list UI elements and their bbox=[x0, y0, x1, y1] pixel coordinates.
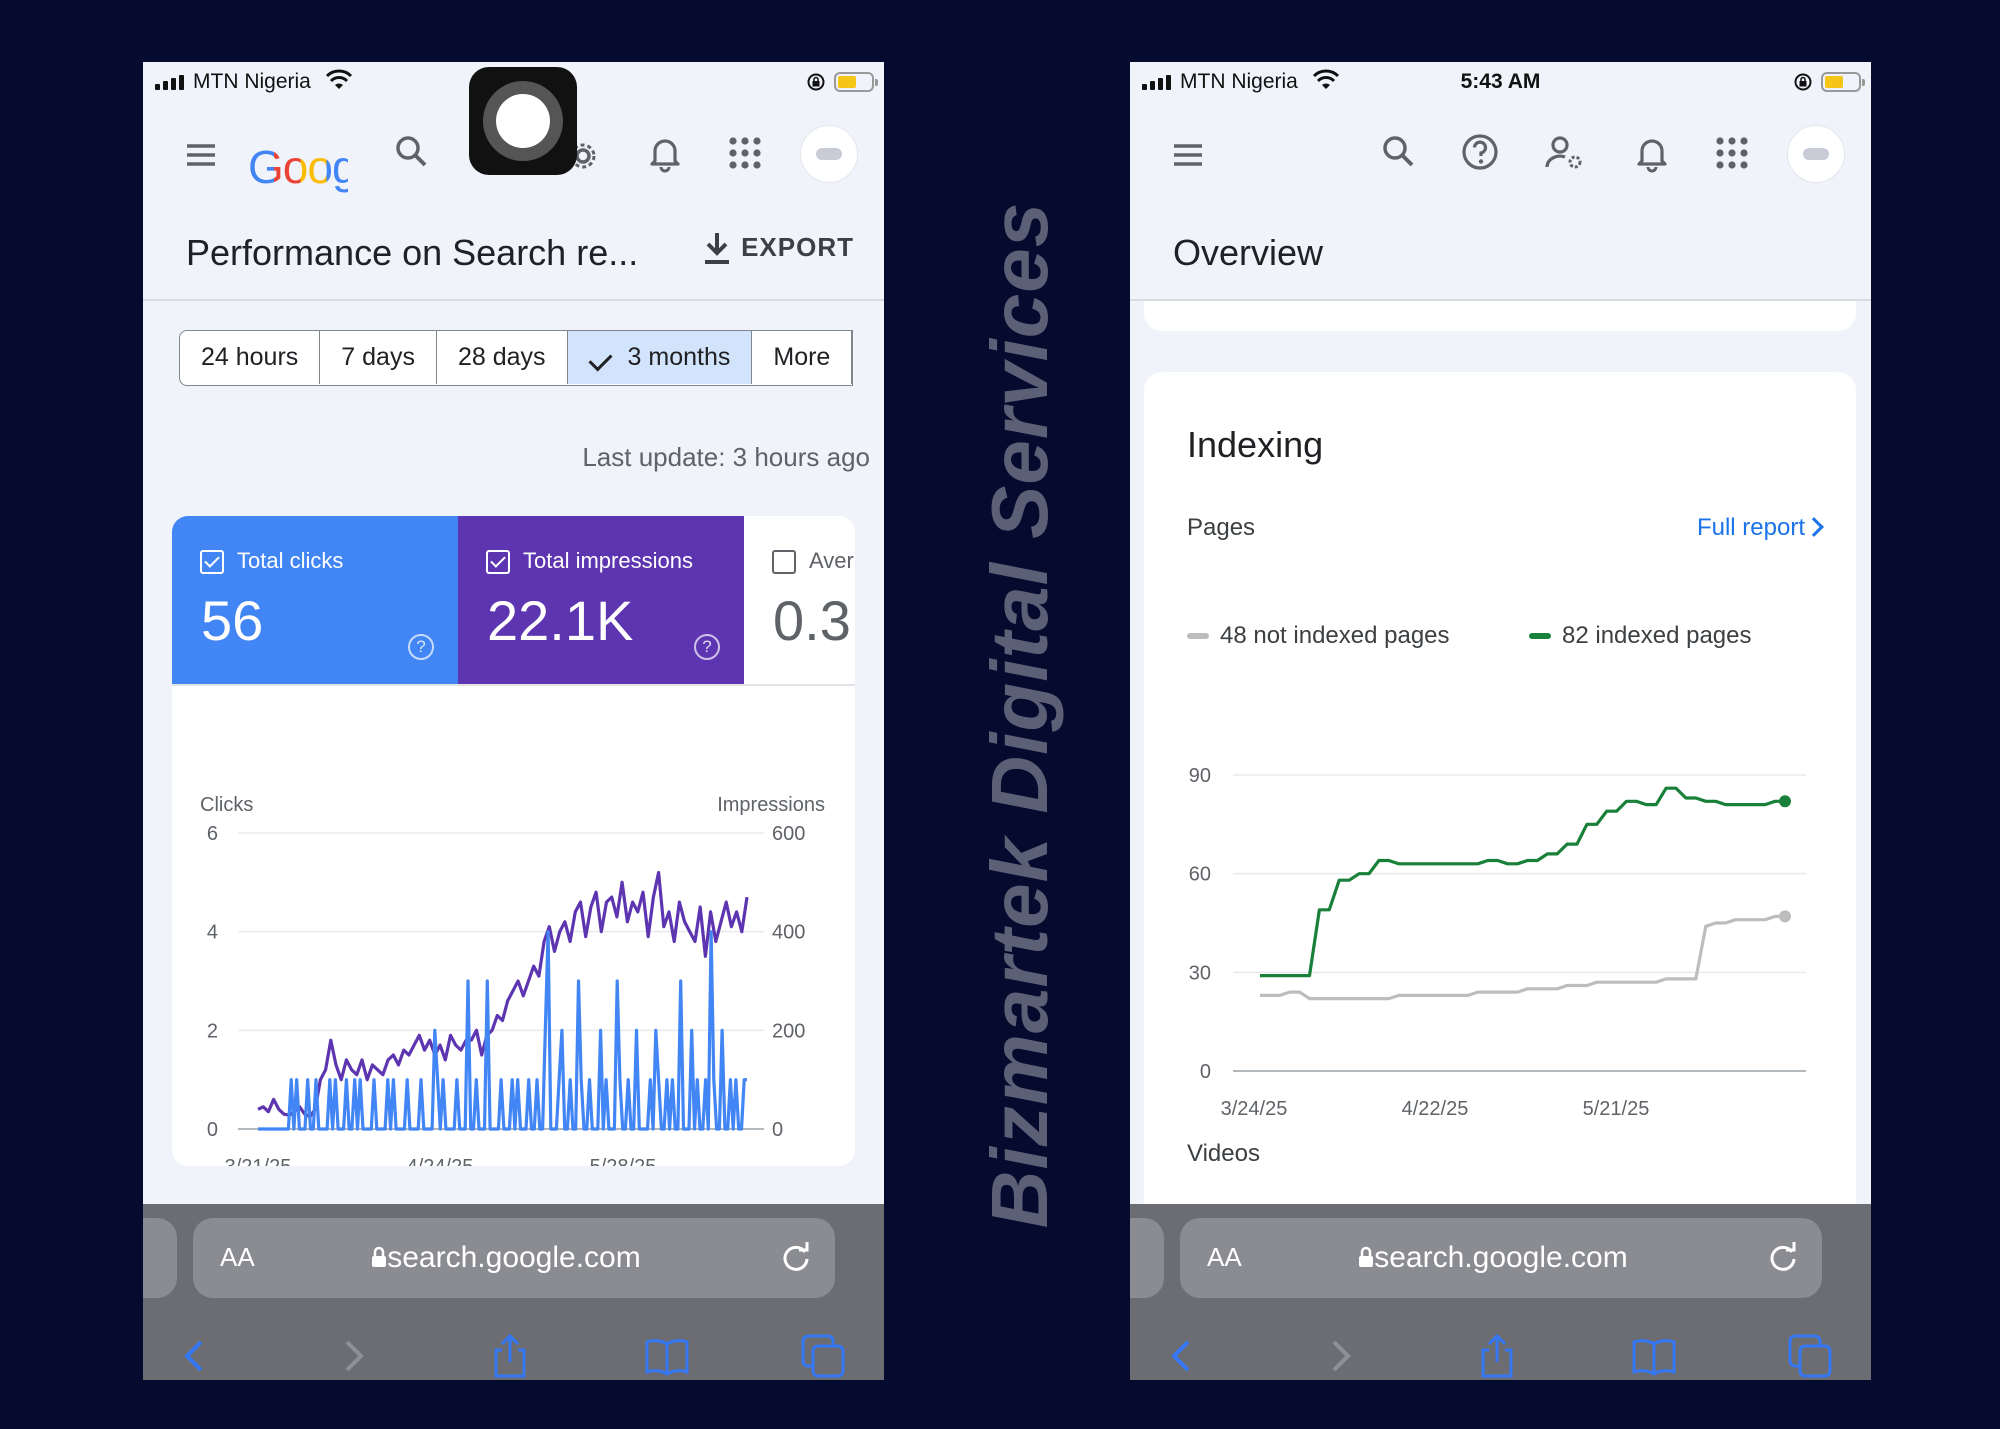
videos-label: Videos bbox=[1187, 1140, 1260, 1167]
page-title: Performance on Search re... bbox=[186, 232, 639, 273]
share-icon[interactable] bbox=[486, 1332, 534, 1380]
carrier-label: MTN Nigeria bbox=[193, 70, 311, 93]
y-tick-label: 30 bbox=[1189, 962, 1211, 984]
google-logo-text: Goog bbox=[248, 141, 348, 193]
url-text: search.google.com bbox=[387, 1241, 641, 1274]
watermark-text: Bizmartek Digital Services bbox=[975, 201, 1064, 1229]
wifi-icon bbox=[325, 69, 353, 89]
date-range-chips: 24 hours 7 days 28 days 3 months More bbox=[179, 330, 854, 386]
download-icon[interactable] bbox=[700, 230, 734, 266]
notifications-icon[interactable] bbox=[645, 133, 685, 173]
share-icon[interactable] bbox=[1473, 1332, 1521, 1380]
chip-28-days[interactable]: 28 days bbox=[437, 331, 568, 384]
rotation-lock-icon bbox=[807, 73, 825, 91]
y-tick-label: 60 bbox=[1189, 864, 1211, 886]
phone-right-screen: MTN Nigeria 5:43 AM Overview Indexing Pa… bbox=[1130, 62, 1871, 1380]
chip-more[interactable]: More bbox=[752, 331, 853, 384]
y-tick-label: 2 bbox=[207, 1020, 218, 1042]
phone-left-screen: MTN Nigeria Goog Performance on Search r… bbox=[143, 62, 884, 1380]
y-axis-label: Clicks bbox=[200, 794, 253, 816]
y-tick-label: 4 bbox=[207, 922, 218, 944]
previous-tab-peek[interactable] bbox=[1130, 1218, 1164, 1298]
safari-toolbar: AA search.google.com bbox=[1130, 1204, 1871, 1380]
chip-3-months-selected[interactable]: 3 months bbox=[567, 331, 753, 384]
menu-icon[interactable] bbox=[181, 135, 221, 175]
y2-tick-label: 200 bbox=[772, 1020, 805, 1042]
y2-axis-label: Impressions bbox=[717, 794, 825, 816]
back-icon[interactable] bbox=[171, 1332, 219, 1380]
y2-tick-label: 400 bbox=[772, 922, 805, 944]
url-text: search.google.com bbox=[1374, 1241, 1628, 1274]
chip-7-days[interactable]: 7 days bbox=[320, 331, 437, 384]
previous-tab-peek[interactable] bbox=[143, 1218, 177, 1298]
account-avatar[interactable] bbox=[801, 126, 857, 182]
forward-icon[interactable] bbox=[1316, 1332, 1364, 1380]
google-logo[interactable]: Goog bbox=[248, 140, 348, 194]
performance-card: Total clicks 56 ? Total impressions 22.1… bbox=[172, 516, 855, 1166]
tabs-icon[interactable] bbox=[799, 1332, 847, 1380]
y2-tick-label: 0 bbox=[772, 1119, 783, 1141]
x-tick-label: 3/24/25 bbox=[1221, 1098, 1288, 1120]
back-icon[interactable] bbox=[1158, 1332, 1206, 1380]
battery-icon bbox=[834, 72, 878, 92]
series-end-point-82-indexed-pages bbox=[1779, 795, 1791, 808]
x-tick-label: 4/24/25 bbox=[407, 1156, 474, 1166]
header-divider bbox=[143, 299, 884, 301]
series-line-82-indexed-pages bbox=[1260, 786, 1785, 978]
signal-icon bbox=[155, 74, 184, 90]
address-bar[interactable]: AA search.google.com bbox=[1180, 1218, 1822, 1298]
tabs-icon[interactable] bbox=[1786, 1332, 1834, 1380]
performance-chart: 0 2 4 6 0 200 400 600 Clicks Impressions 3/21/25 4/… bbox=[200, 794, 825, 1166]
series-line-48-not-indexed-pages bbox=[1260, 914, 1785, 1001]
bookmarks-icon[interactable] bbox=[1630, 1332, 1678, 1380]
reload-icon[interactable] bbox=[1766, 1240, 1800, 1274]
indexing-chart: 0 30 60 90 3/24/25 4/22/25 5/21/25 bbox=[1189, 765, 1806, 1120]
y-tick-label: 0 bbox=[207, 1119, 218, 1141]
y-tick-label: 0 bbox=[1200, 1061, 1211, 1083]
assistive-touch-button[interactable] bbox=[469, 67, 577, 175]
apps-grid-icon[interactable] bbox=[725, 133, 765, 173]
x-tick-label: 4/22/25 bbox=[1402, 1098, 1469, 1120]
safari-toolbar: AA search.google.com bbox=[143, 1204, 884, 1380]
y2-tick-label: 600 bbox=[772, 823, 805, 845]
bookmarks-icon[interactable] bbox=[643, 1332, 691, 1380]
chip-24-hours[interactable]: 24 hours bbox=[180, 331, 321, 384]
series-end-point-48-not-indexed-pages bbox=[1779, 910, 1791, 923]
reload-icon[interactable] bbox=[779, 1240, 813, 1274]
forward-icon[interactable] bbox=[329, 1332, 377, 1380]
y-tick-label: 90 bbox=[1189, 765, 1211, 787]
y-tick-label: 6 bbox=[207, 823, 218, 845]
address-bar[interactable]: AA search.google.com bbox=[193, 1218, 835, 1298]
search-icon[interactable] bbox=[391, 131, 431, 171]
x-tick-label: 5/28/25 bbox=[590, 1156, 657, 1166]
last-update-text: Last update: 3 hours ago bbox=[582, 442, 870, 472]
x-tick-label: 3/21/25 bbox=[225, 1156, 292, 1166]
x-tick-label: 5/21/25 bbox=[1583, 1098, 1650, 1120]
export-button[interactable]: EXPORT bbox=[741, 232, 854, 263]
